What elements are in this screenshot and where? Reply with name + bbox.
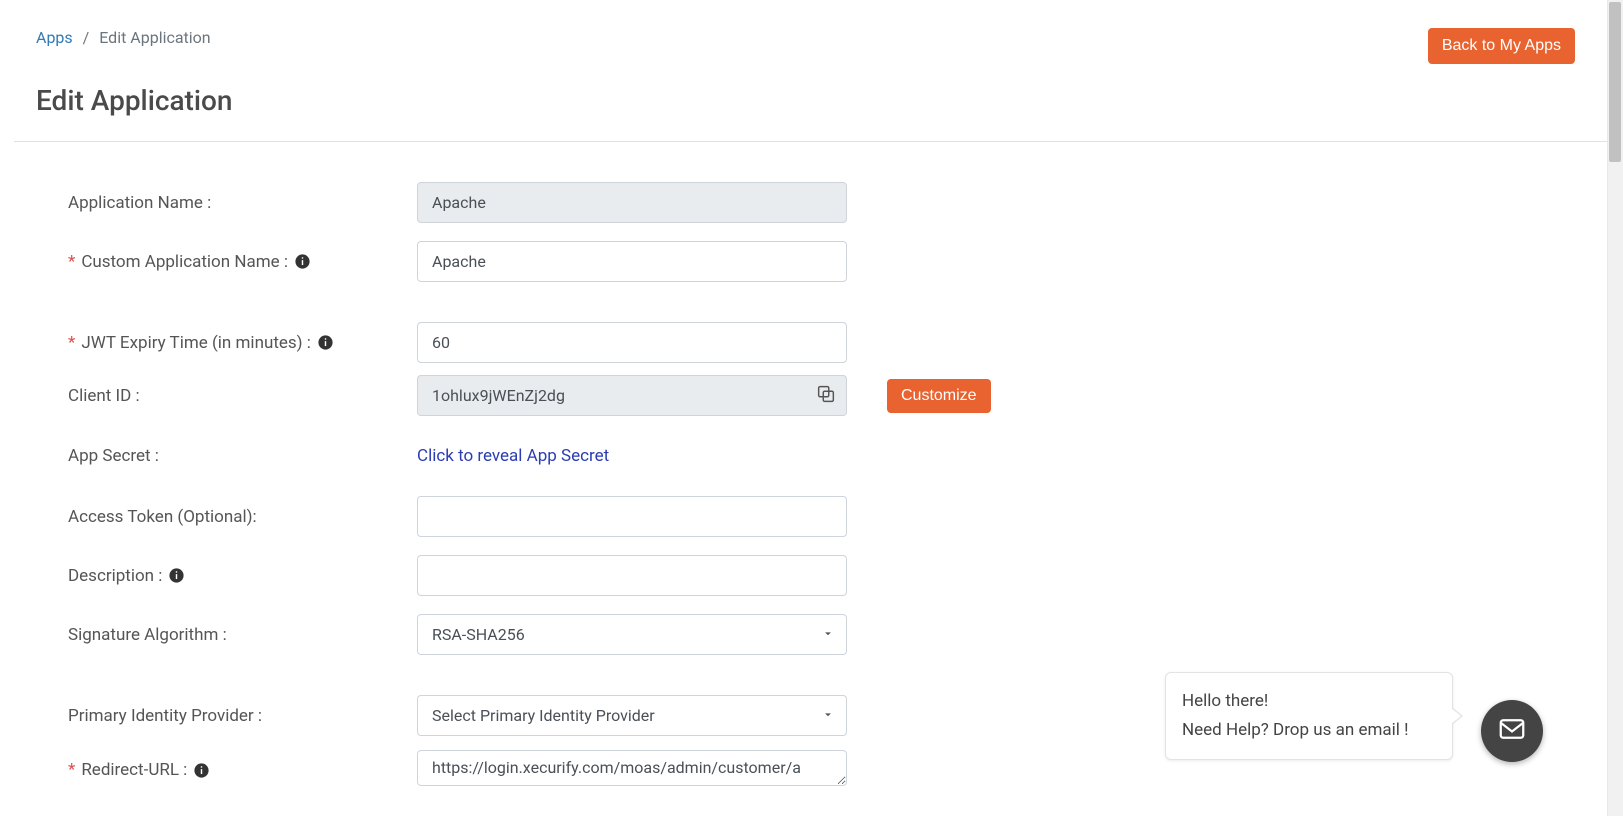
- info-icon[interactable]: [317, 334, 334, 351]
- chat-greeting: Hello there!: [1182, 687, 1436, 716]
- breadcrumb: Apps / Edit Application: [36, 28, 211, 47]
- breadcrumb-separator: /: [83, 28, 90, 47]
- row-app-secret: App Secret : Click to reveal App Secret: [68, 446, 1068, 466]
- row-description: Description :: [68, 555, 1068, 596]
- back-to-apps-button[interactable]: Back to My Apps: [1428, 28, 1575, 64]
- label-primary-idp: Primary Identity Provider :: [68, 706, 417, 726]
- edit-app-form: Application Name : * Custom Application N…: [68, 182, 1068, 790]
- label-application-name: Application Name :: [68, 193, 417, 213]
- row-custom-app-name: * Custom Application Name :: [68, 241, 1068, 282]
- header-row: Apps / Edit Application Back to My Apps: [0, 0, 1623, 64]
- label-access-token: Access Token (Optional):: [68, 507, 417, 527]
- label-jwt-expiry: * JWT Expiry Time (in minutes) :: [68, 333, 417, 353]
- input-custom-app-name[interactable]: [417, 241, 847, 282]
- label-text-redirect-url: Redirect-URL :: [81, 760, 187, 780]
- chat-bubble-pointer: [1452, 707, 1463, 725]
- scrollbar-track[interactable]: [1607, 0, 1623, 816]
- input-description[interactable]: [417, 555, 847, 596]
- row-primary-idp: Primary Identity Provider : Select Prima…: [68, 695, 1068, 736]
- reveal-app-secret-link[interactable]: Click to reveal App Secret: [417, 446, 609, 466]
- input-access-token[interactable]: [417, 496, 847, 537]
- input-application-name: [417, 182, 847, 223]
- input-redirect-url[interactable]: [417, 750, 847, 786]
- label-custom-app-name: * Custom Application Name :: [68, 252, 417, 272]
- row-jwt-expiry: * JWT Expiry Time (in minutes) :: [68, 322, 1068, 363]
- info-icon[interactable]: [294, 253, 311, 270]
- chat-help-bubble: Hello there! Need Help? Drop us an email…: [1165, 672, 1453, 760]
- chat-help-text: Need Help? Drop us an email !: [1182, 716, 1436, 745]
- breadcrumb-current: Edit Application: [99, 28, 210, 47]
- row-redirect-url: * Redirect-URL :: [68, 750, 1068, 790]
- label-text-jwt-expiry: JWT Expiry Time (in minutes) :: [81, 333, 311, 353]
- label-text-primary-idp: Primary Identity Provider :: [68, 706, 262, 726]
- copy-icon[interactable]: [815, 383, 837, 409]
- label-text-description: Description :: [68, 566, 162, 586]
- info-icon[interactable]: [193, 762, 210, 779]
- required-marker: *: [68, 333, 75, 353]
- chat-mail-button[interactable]: [1481, 700, 1543, 762]
- page-title: Edit Application: [36, 84, 1623, 117]
- label-signature-algorithm: Signature Algorithm :: [68, 625, 417, 645]
- breadcrumb-root-link[interactable]: Apps: [36, 28, 73, 47]
- info-icon[interactable]: [168, 567, 185, 584]
- mail-icon: [1497, 714, 1527, 748]
- row-signature-algorithm: Signature Algorithm : RSA-SHA256: [68, 614, 1068, 655]
- select-signature-algorithm[interactable]: RSA-SHA256: [417, 614, 847, 655]
- label-text-signature-algorithm: Signature Algorithm :: [68, 625, 227, 645]
- input-jwt-expiry[interactable]: [417, 322, 847, 363]
- label-text-custom-app-name: Custom Application Name :: [81, 252, 288, 272]
- label-text-app-secret: App Secret :: [68, 446, 159, 466]
- label-text-application-name: Application Name :: [68, 193, 211, 213]
- required-marker: *: [68, 252, 75, 272]
- label-client-id: Client ID :: [68, 386, 417, 406]
- label-app-secret: App Secret :: [68, 446, 417, 466]
- input-client-id: [417, 375, 847, 416]
- row-client-id: Client ID : Customize: [68, 375, 1068, 416]
- label-description: Description :: [68, 566, 417, 586]
- header-divider: [14, 141, 1609, 142]
- label-redirect-url: * Redirect-URL :: [68, 760, 417, 780]
- required-marker: *: [68, 760, 75, 780]
- customize-button[interactable]: Customize: [887, 379, 991, 413]
- label-text-client-id: Client ID :: [68, 386, 140, 406]
- label-text-access-token: Access Token (Optional):: [68, 507, 257, 527]
- row-access-token: Access Token (Optional):: [68, 496, 1068, 537]
- select-primary-idp[interactable]: Select Primary Identity Provider: [417, 695, 847, 736]
- page-root: Apps / Edit Application Back to My Apps …: [0, 0, 1623, 816]
- row-application-name: Application Name :: [68, 182, 1068, 223]
- scrollbar-thumb[interactable]: [1609, 2, 1621, 162]
